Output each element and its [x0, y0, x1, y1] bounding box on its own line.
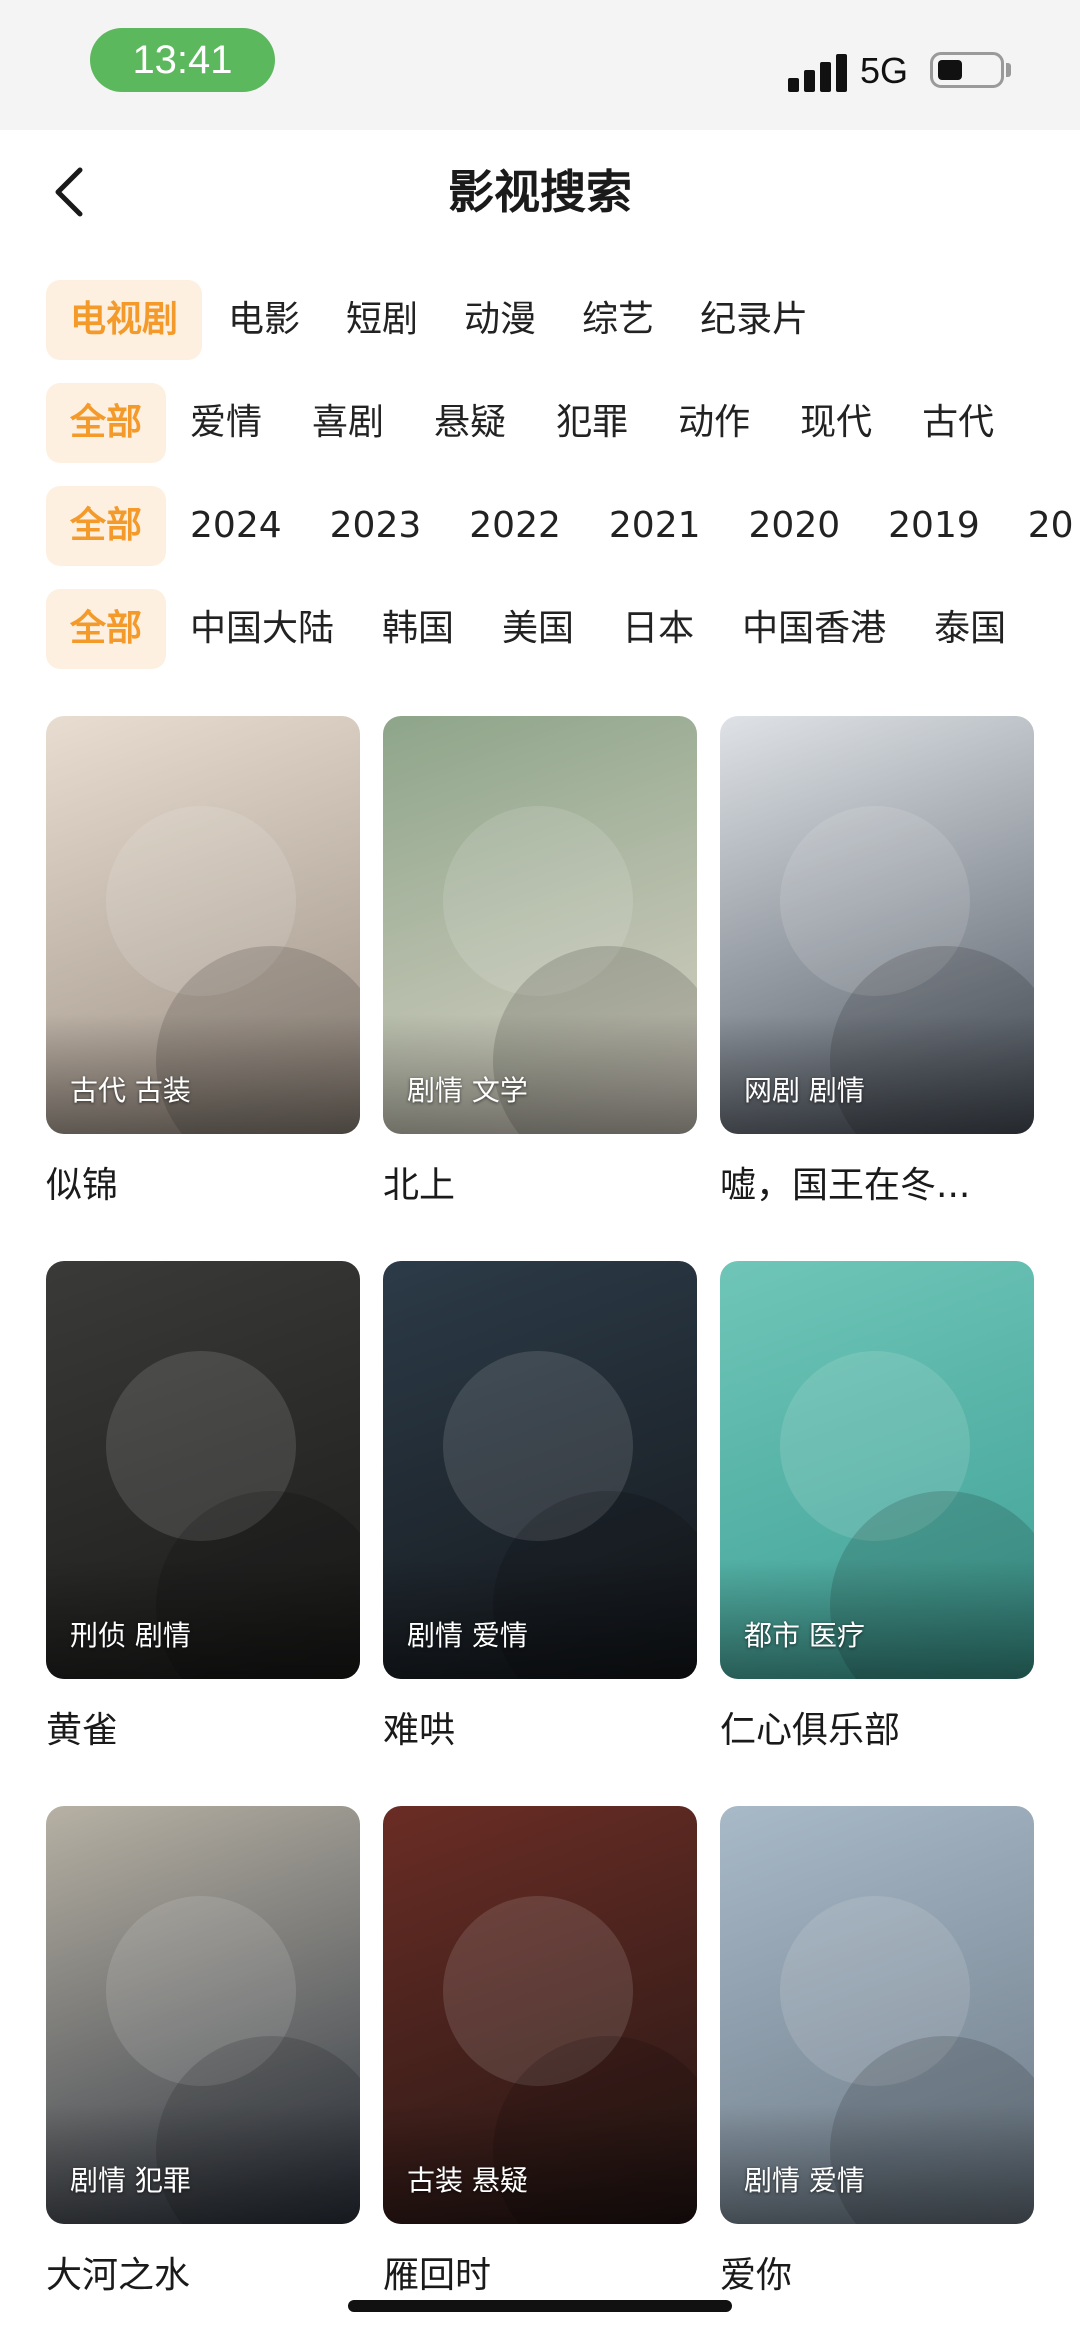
filter-chip-regions[interactable]: 全部: [46, 589, 167, 669]
show-card[interactable]: 古代 古装似锦: [46, 716, 360, 1210]
filter-chip-regions[interactable]: 泰国: [934, 589, 1006, 669]
show-tags: 剧情 文学: [407, 1074, 528, 1107]
show-title[interactable]: 大河之水: [46, 2252, 360, 2300]
filter-chip-years[interactable]: 2024: [190, 486, 282, 566]
show-title[interactable]: 雁回时: [383, 2252, 697, 2300]
signal-icon: [788, 52, 848, 92]
show-poster[interactable]: 刑侦 剧情: [46, 1261, 360, 1679]
filter-chip-years[interactable]: 2023: [330, 486, 422, 566]
show-tags: 刑侦 剧情: [70, 1619, 191, 1652]
show-title[interactable]: 仁心俱乐部: [720, 1707, 1034, 1755]
filter-chip-genres[interactable]: 古代: [922, 383, 994, 463]
filter-chip-regions[interactable]: 中国大陆: [190, 589, 334, 669]
filter-chip-years[interactable]: 2022: [469, 486, 561, 566]
show-tags: 网剧 剧情: [744, 1074, 865, 1107]
filter-chip-regions[interactable]: 美国: [502, 589, 574, 669]
show-card[interactable]: 古装 悬疑雁回时: [383, 1806, 697, 2300]
filter-chip-years[interactable]: 20: [1028, 486, 1074, 566]
show-card[interactable]: 都市 医疗仁心俱乐部: [720, 1261, 1034, 1755]
filter-chip-genres[interactable]: 全部: [46, 383, 167, 463]
show-poster[interactable]: 剧情 文学: [383, 716, 697, 1134]
show-poster[interactable]: 剧情 爱情: [720, 1806, 1034, 2224]
filter-chip-genres[interactable]: 现代: [800, 383, 872, 463]
show-tags: 剧情 犯罪: [70, 2164, 191, 2197]
filter-chip-genres[interactable]: 喜剧: [312, 383, 384, 463]
filter-chip-types[interactable]: 电影: [228, 280, 300, 360]
show-card[interactable]: 剧情 爱情爱你: [720, 1806, 1034, 2300]
filter-chip-genres[interactable]: 犯罪: [556, 383, 628, 463]
home-indicator[interactable]: [348, 2300, 732, 2312]
show-title[interactable]: 黄雀: [46, 1707, 360, 1755]
filter-chip-years[interactable]: 2020: [749, 486, 841, 566]
show-tags: 剧情 爱情: [407, 1619, 528, 1652]
show-card[interactable]: 剧情 文学北上: [383, 716, 697, 1210]
show-poster[interactable]: 网剧 剧情: [720, 716, 1034, 1134]
filter-chip-types[interactable]: 纪录片: [700, 280, 808, 360]
show-poster[interactable]: 都市 医疗: [720, 1261, 1034, 1679]
show-poster[interactable]: 剧情 犯罪: [46, 1806, 360, 2224]
show-title[interactable]: 似锦: [46, 1162, 360, 1210]
network-type: 5G: [860, 50, 909, 91]
show-title[interactable]: 北上: [383, 1162, 697, 1210]
battery-cap: [1006, 63, 1011, 77]
filter-chip-genres[interactable]: 动作: [678, 383, 750, 463]
filter-row-region: 全部 中国大陆 韩国 美国 日本 中国香港 泰国: [46, 589, 1006, 669]
filter-chip-genres[interactable]: 悬疑: [434, 383, 506, 463]
show-card[interactable]: 网剧 剧情嘘，国王在冬...: [720, 716, 1034, 1210]
filter-row-year: 全部 2024 2023 2022 2021 2020 2019 20: [46, 486, 1074, 566]
filter-chip-years[interactable]: 全部: [46, 486, 167, 566]
filter-chip-years[interactable]: 2021: [609, 486, 701, 566]
show-poster[interactable]: 古代 古装: [46, 716, 360, 1134]
show-card[interactable]: 剧情 爱情难哄: [383, 1261, 697, 1755]
show-tags: 都市 医疗: [744, 1619, 865, 1652]
show-tags: 古装 悬疑: [407, 2164, 528, 2197]
back-arrow-icon[interactable]: [48, 160, 92, 224]
show-card[interactable]: 刑侦 剧情黄雀: [46, 1261, 360, 1755]
page-title: 影视搜索: [448, 165, 632, 219]
show-tags: 古代 古装: [70, 1074, 191, 1107]
battery-icon: [930, 52, 1004, 88]
show-title[interactable]: 难哄: [383, 1707, 697, 1755]
filter-chip-types[interactable]: 动漫: [464, 280, 536, 360]
status-bar: 13:41 5G: [0, 0, 1080, 130]
filter-chip-regions[interactable]: 韩国: [382, 589, 454, 669]
filter-chip-regions[interactable]: 日本: [622, 589, 694, 669]
status-time: 13:41: [90, 28, 275, 92]
filter-chip-years[interactable]: 2019: [888, 486, 980, 566]
show-card[interactable]: 剧情 犯罪大河之水: [46, 1806, 360, 2300]
filter-chip-types[interactable]: 综艺: [582, 280, 654, 360]
filter-row-type: 电视剧 电影 短剧 动漫 综艺 纪录片: [46, 280, 808, 360]
filter-chip-genres[interactable]: 爱情: [190, 383, 262, 463]
show-poster[interactable]: 古装 悬疑: [383, 1806, 697, 2224]
show-poster[interactable]: 剧情 爱情: [383, 1261, 697, 1679]
filter-chip-types[interactable]: 短剧: [346, 280, 418, 360]
show-title[interactable]: 嘘，国王在冬...: [720, 1162, 1034, 1210]
filter-row-genre: 全部 爱情 喜剧 悬疑 犯罪 动作 现代 古代: [46, 383, 994, 463]
filter-chip-types[interactable]: 电视剧: [46, 280, 203, 360]
show-title[interactable]: 爱你: [720, 2252, 1034, 2300]
show-tags: 剧情 爱情: [744, 2164, 865, 2197]
filter-chip-regions[interactable]: 中国香港: [742, 589, 886, 669]
